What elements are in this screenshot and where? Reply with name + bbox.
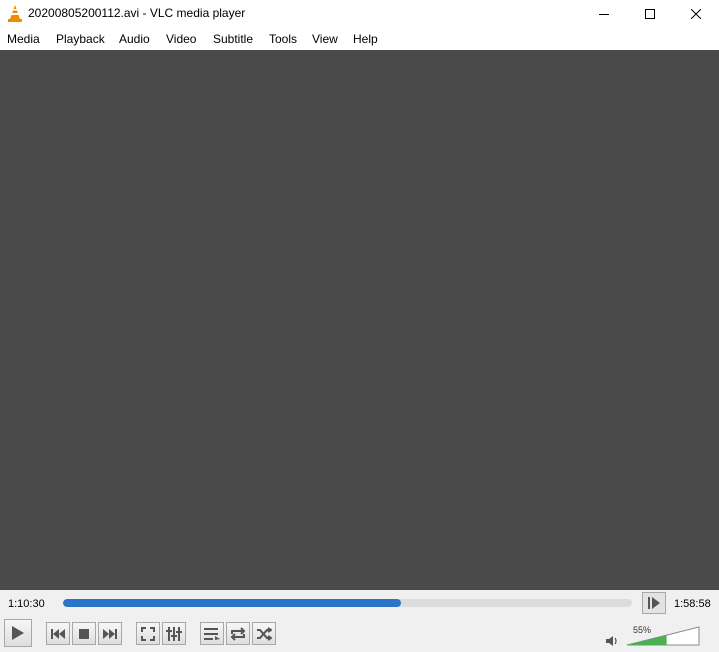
- frame-by-frame-button[interactable]: [642, 592, 666, 614]
- video-display[interactable]: [0, 50, 719, 590]
- shuffle-icon: [257, 626, 272, 641]
- window-title: 20200805200112.avi - VLC media player: [28, 6, 246, 20]
- menu-tools[interactable]: Tools: [269, 32, 297, 46]
- stop-button[interactable]: [72, 622, 96, 645]
- extended-settings-icon: [166, 626, 182, 641]
- elapsed-time[interactable]: 1:10:30: [8, 598, 45, 610]
- speaker-icon[interactable]: [605, 635, 619, 647]
- loop-icon: [230, 626, 246, 641]
- next-icon: [103, 628, 117, 639]
- menu-media[interactable]: Media: [7, 32, 40, 46]
- previous-icon: [51, 628, 65, 639]
- total-time[interactable]: 1:58:58: [674, 598, 711, 610]
- seek-slider[interactable]: [63, 599, 632, 607]
- menu-bar: Media Playback Audio Video Subtitle Tool…: [0, 28, 719, 50]
- frame-by-frame-icon: [648, 597, 660, 609]
- menu-audio[interactable]: Audio: [119, 32, 150, 46]
- menu-view[interactable]: View: [312, 32, 338, 46]
- close-icon: [691, 9, 701, 19]
- menu-help[interactable]: Help: [353, 32, 378, 46]
- menu-playback[interactable]: Playback: [56, 32, 105, 46]
- menu-subtitle[interactable]: Subtitle: [213, 32, 253, 46]
- maximize-icon: [645, 9, 655, 19]
- loop-button[interactable]: [226, 622, 250, 645]
- title-bar: 20200805200112.avi - VLC media player: [0, 0, 719, 28]
- volume-percent: 55%: [633, 625, 652, 635]
- previous-button[interactable]: [46, 622, 70, 645]
- control-bar: 1:10:30 1:58:58 55%: [0, 590, 719, 652]
- close-button[interactable]: [673, 0, 719, 28]
- minimize-icon: [599, 14, 609, 15]
- minimize-button[interactable]: [581, 0, 627, 28]
- menu-video[interactable]: Video: [166, 32, 196, 46]
- play-button[interactable]: [4, 619, 32, 647]
- seek-progress: [63, 599, 401, 607]
- fullscreen-button[interactable]: [136, 622, 160, 645]
- extended-settings-button[interactable]: [162, 622, 186, 645]
- playlist-icon: [204, 627, 220, 640]
- play-icon: [12, 626, 24, 640]
- stop-icon: [79, 628, 89, 639]
- fullscreen-icon: [141, 626, 155, 641]
- maximize-button[interactable]: [627, 0, 673, 28]
- vlc-cone-icon: [8, 5, 22, 22]
- shuffle-button[interactable]: [252, 622, 276, 645]
- playlist-button[interactable]: [200, 622, 224, 645]
- next-button[interactable]: [98, 622, 122, 645]
